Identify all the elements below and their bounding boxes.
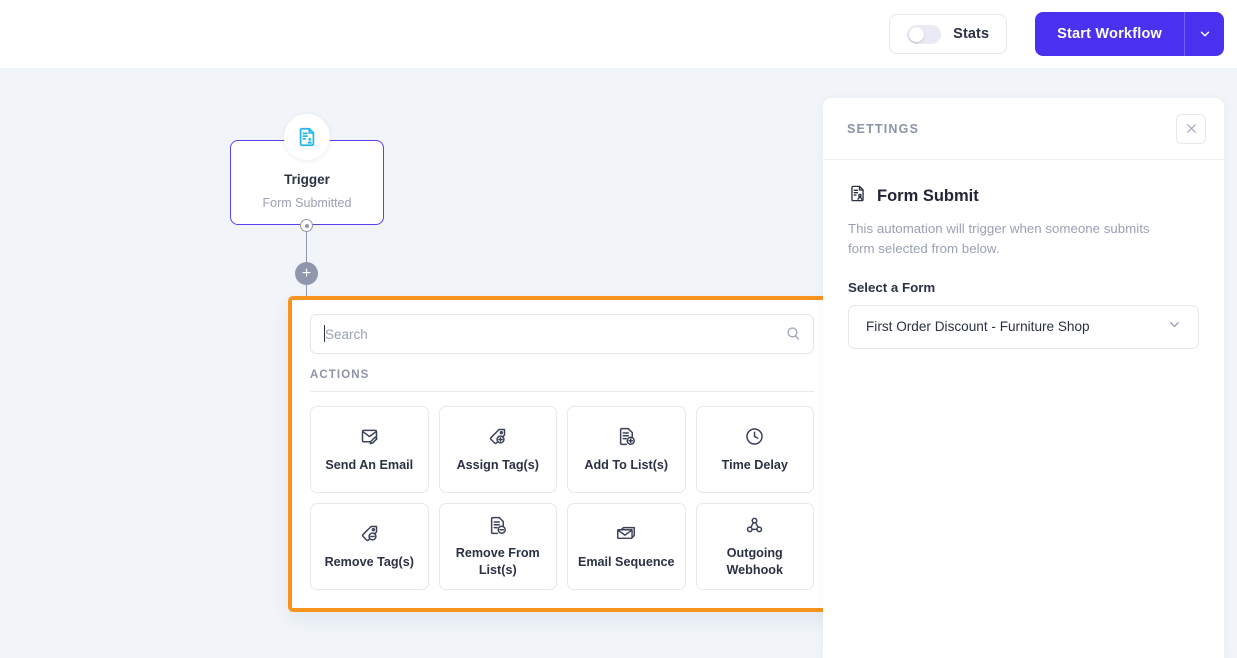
start-workflow-button-group[interactable]: Start Workflow [1035,12,1224,56]
select-form-dropdown[interactable]: First Order Discount - Furniture Shop [848,304,1199,349]
text-cursor [324,325,325,342]
action-card-email-sequence[interactable]: Email Sequence [567,503,686,590]
trigger-node-title: Trigger [284,172,330,187]
close-icon [1186,124,1196,133]
action-card-label: Email Sequence [577,554,675,569]
settings-node-title: Form Submit [877,186,979,205]
action-card-label: Add To List(s) [584,457,669,472]
section-divider [310,391,814,392]
search-row [310,314,814,354]
workflow-builder-screen: Stats Start Workflow Trigger Form Submit… [0,0,1237,658]
add-step-button[interactable]: + [295,262,318,285]
action-card-label: Send An Email [325,457,414,472]
form-submit-icon [848,184,867,208]
tag-minus-icon [359,523,380,545]
form-submit-icon [299,127,315,147]
start-workflow-button[interactable]: Start Workflow [1035,12,1184,56]
magnifier-glyph [787,327,800,340]
action-card-assign-tags[interactable]: Assign Tag(s) [438,406,557,493]
actions-grid: Send An Email Assign Tag(s) Add To List(… [310,406,814,590]
stats-toggle-group[interactable]: Stats [889,14,1008,54]
action-card-label: Outgoing Webhook [726,546,783,577]
action-card-label: Time Delay [721,457,788,472]
chevron-down-icon [1200,31,1209,37]
stacked-envelope-icon [615,523,637,545]
toggle-knob [909,26,925,42]
actions-section-label: ACTIONS [310,369,370,381]
settings-panel-body: Form Submit This automation will trigger… [823,160,1224,349]
connector-line [306,231,308,264]
action-card-remove-from-lists[interactable]: Remove From List(s) [438,503,557,590]
action-card-outgoing-webhook[interactable]: Outgoing Webhook [695,503,814,590]
settings-node-heading: Form Submit [848,184,1199,208]
list-plus-icon [616,426,637,448]
top-toolbar: Stats Start Workflow [0,0,1237,68]
webhook-icon [744,514,765,536]
trigger-node-icon-badge [284,114,330,160]
stats-label: Stats [953,26,990,42]
select-form-value: First Order Discount - Furniture Shop [866,319,1090,335]
connector-port-dot [304,223,309,228]
action-card-time-delay[interactable]: Time Delay [695,406,814,493]
settings-panel: SETTINGS Form Submit This automation wil… [823,98,1224,658]
select-form-label: Select a Form [848,279,936,295]
action-card-add-to-lists[interactable]: Add To List(s) [567,406,686,493]
action-card-label: Remove From List(s) [455,546,540,577]
stats-toggle-switch[interactable] [907,24,942,44]
action-card-remove-tags[interactable]: Remove Tag(s) [310,503,429,590]
action-card-send-an-email[interactable]: Send An Email [310,406,429,493]
action-picker-panel: ACTIONS Send An Email [288,296,836,612]
settings-description: This automation will trigger when someon… [848,221,1150,257]
settings-panel-header: SETTINGS [823,98,1224,160]
search-input[interactable] [310,314,814,354]
search-icon[interactable] [785,325,802,347]
list-minus-icon [487,514,508,536]
chevron-down-icon [1167,317,1182,337]
start-workflow-dropdown-button[interactable] [1185,12,1224,56]
tag-plus-icon [487,426,508,448]
settings-panel-title: SETTINGS [847,121,920,136]
action-card-label: Assign Tag(s) [456,457,539,472]
envelope-edit-icon [359,426,380,448]
action-card-label: Remove Tag(s) [324,554,414,569]
clock-icon [744,426,765,448]
close-settings-button[interactable] [1176,113,1206,144]
trigger-node-subtitle: Form Submitted [262,196,352,210]
